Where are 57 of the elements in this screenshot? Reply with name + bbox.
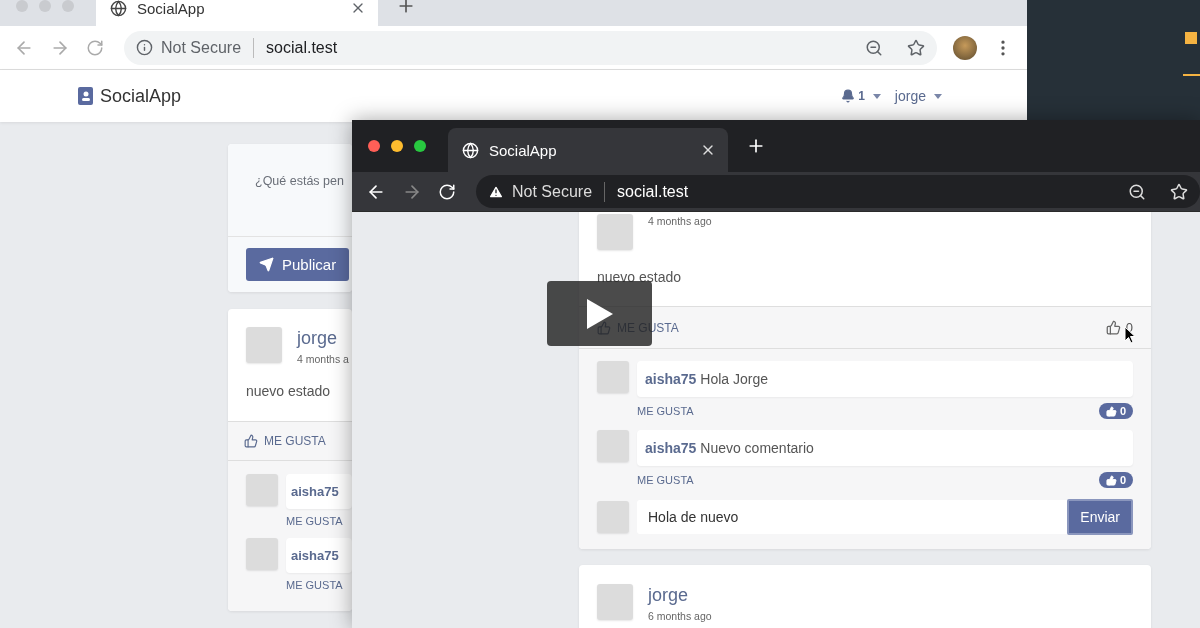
zoom-out-icon[interactable] — [865, 38, 883, 57]
avatar-placeholder — [597, 214, 633, 250]
status-field[interactable]: ¿Qué estás pen — [228, 144, 352, 236]
avatar-placeholder — [597, 584, 633, 620]
post-time: 6 months ago — [648, 610, 712, 622]
url-text: social.test — [617, 182, 690, 201]
security-label: Not Secure — [512, 182, 593, 201]
user-menu[interactable]: jorge — [894, 88, 942, 104]
address-bar[interactable]: Not Secure social.test — [476, 175, 1200, 208]
publish-button[interactable]: Publicar — [246, 248, 350, 281]
paper-plane-icon — [259, 257, 274, 272]
post-time: 4 months a — [297, 353, 349, 365]
comment-text: aisha75 — [286, 538, 352, 573]
comment-text: aisha75 Hola Jorge — [637, 361, 1133, 397]
profile-avatar[interactable] — [953, 35, 977, 60]
warning-icon — [488, 183, 504, 200]
brand-name: SocialApp — [100, 85, 183, 107]
info-icon — [136, 39, 153, 56]
avatar-placeholder — [246, 474, 278, 506]
thumbs-up-icon — [244, 434, 258, 448]
comment-text: aisha75 — [286, 474, 352, 509]
send-button[interactable]: Enviar — [1067, 499, 1133, 535]
bell-icon — [841, 89, 856, 103]
security-label: Not Secure — [161, 38, 242, 57]
author-name: jorge — [297, 328, 339, 349]
author-name: jorge — [648, 585, 690, 606]
contact-book-icon — [78, 87, 93, 105]
reply-field[interactable]: Hola de nuevo — [637, 500, 1068, 534]
url-text: social.test — [266, 38, 339, 57]
avatar-placeholder — [597, 361, 629, 393]
avatar-placeholder — [246, 538, 278, 570]
comment-text: aisha75 Nuevo comentario — [637, 430, 1133, 466]
zoom-out-icon[interactable] — [1128, 182, 1146, 201]
address-bar[interactable]: Not Secure social.test — [124, 30, 937, 65]
play-icon — [584, 296, 615, 331]
status-text: nuevo estado — [245, 382, 332, 401]
like-link[interactable]: ME GUSTA — [286, 515, 343, 527]
like-count-badge[interactable]: 0 — [1098, 472, 1133, 488]
globe-icon — [462, 141, 479, 159]
browser-tab[interactable]: SocialApp — [448, 128, 728, 172]
status-text: nuevo estado — [596, 268, 683, 287]
like-link[interactable]: ME GUSTA — [637, 405, 694, 417]
window-control[interactable] — [391, 140, 403, 152]
like-count-badge[interactable]: 0 — [1098, 403, 1133, 419]
globe-icon — [110, 0, 127, 17]
avatar-placeholder — [597, 501, 629, 533]
avatar-placeholder — [597, 430, 629, 462]
reload-icon[interactable] — [438, 182, 456, 201]
window-control[interactable] — [368, 140, 380, 152]
notifications-menu[interactable]: 1 — [841, 89, 881, 103]
like-link[interactable]: ME GUSTA — [286, 579, 343, 591]
browser-tab[interactable]: SocialApp — [96, 0, 378, 26]
star-icon[interactable] — [907, 38, 925, 57]
like-link[interactable]: ME GUSTA — [637, 474, 694, 486]
window-control[interactable] — [414, 140, 426, 152]
post-time: 4 months ago — [648, 215, 712, 227]
avatar-placeholder — [246, 327, 282, 363]
